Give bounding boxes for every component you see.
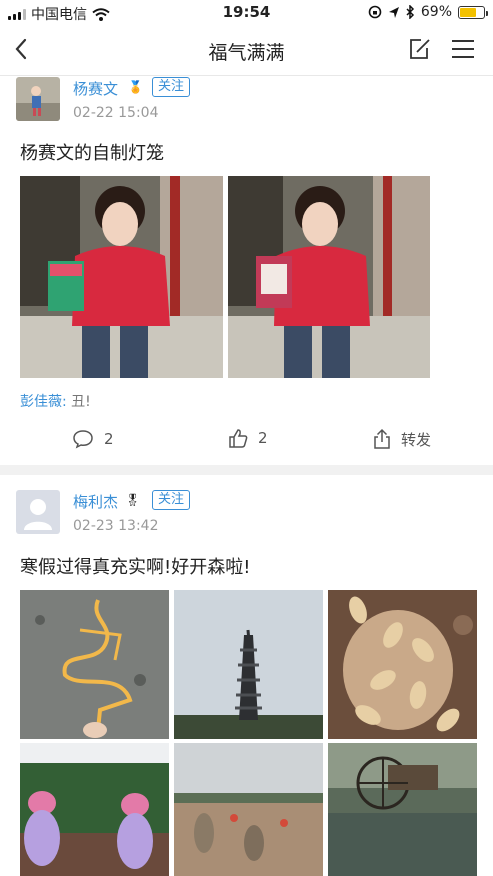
- post-text: 寒假过得真充实啊!好开森啦!: [20, 557, 251, 578]
- follow-button[interactable]: 关注: [152, 77, 191, 97]
- menu-button[interactable]: [450, 38, 476, 60]
- share-action[interactable]: 转发: [373, 428, 431, 450]
- like-count: 2: [258, 429, 268, 447]
- status-bar: 中国电信 19:54 69%: [0, 0, 493, 24]
- default-avatar-icon: [16, 490, 60, 534]
- post-photo[interactable]: [328, 590, 477, 739]
- thumbs-up-icon: [229, 429, 248, 448]
- comment-action[interactable]: 2: [72, 429, 114, 449]
- like-action[interactable]: 2: [228, 428, 268, 448]
- bluetooth-icon: [406, 5, 414, 19]
- follow-button[interactable]: 关注: [152, 490, 191, 510]
- medal-icon: 🎖: [125, 493, 141, 507]
- post-photo[interactable]: [228, 176, 430, 378]
- comment-icon: [73, 430, 93, 449]
- post-photo[interactable]: [20, 743, 169, 876]
- share-icon: [374, 428, 390, 449]
- battery-fill: [460, 7, 476, 17]
- feed-post: 梅利杰 🎖 关注 02-23 13:42 寒假过得真充实啊!好开森啦!: [0, 475, 493, 876]
- rotation-lock-icon: [368, 5, 382, 19]
- menu-icon: [452, 40, 474, 58]
- location-icon: [388, 6, 399, 18]
- nav-bar: 福气满满: [0, 24, 493, 76]
- post-photo[interactable]: [20, 176, 223, 378]
- edit-button[interactable]: [407, 36, 433, 62]
- post-photo[interactable]: [174, 590, 323, 739]
- post-time: 02-23 13:42: [73, 518, 159, 534]
- status-right: 69%: [368, 4, 488, 20]
- post-divider: [0, 465, 493, 475]
- medal-icon: 🏅: [128, 80, 143, 94]
- post-text: 杨赛文的自制灯笼: [20, 143, 164, 164]
- feed-post: 杨赛文 🏅 关注 02-22 15:04 杨赛文的自制灯笼 彭佳薇: 丑! 2 …: [0, 77, 493, 463]
- comment: 彭佳薇: 丑!: [20, 391, 91, 411]
- share-label: 转发: [401, 430, 432, 449]
- post-photo[interactable]: [174, 743, 323, 876]
- author-name[interactable]: 杨赛文: [73, 78, 118, 99]
- post-photo[interactable]: [328, 743, 477, 876]
- avatar[interactable]: [16, 490, 60, 534]
- post-photo[interactable]: [20, 590, 169, 739]
- post-time: 02-22 15:04: [73, 105, 159, 121]
- comment-text: 丑!: [71, 394, 91, 410]
- battery-percent: 69%: [420, 4, 452, 20]
- avatar[interactable]: [16, 77, 60, 121]
- author-name[interactable]: 梅利杰: [73, 491, 118, 512]
- comment-author[interactable]: 彭佳薇:: [20, 394, 67, 410]
- battery-icon: [458, 5, 488, 19]
- edit-icon: [410, 39, 430, 59]
- comment-count: 2: [104, 430, 114, 448]
